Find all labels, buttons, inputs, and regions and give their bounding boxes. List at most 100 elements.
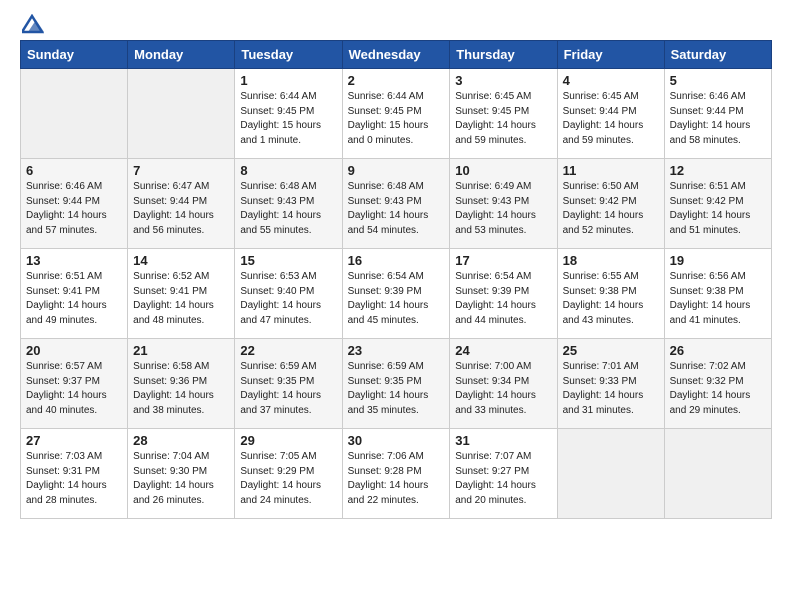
calendar-cell: 9 Sunrise: 6:48 AM Sunset: 9:43 PM Daylig… [342, 159, 450, 249]
calendar-cell: 13 Sunrise: 6:51 AM Sunset: 9:41 PM Dayli… [21, 249, 128, 339]
day-info: Sunrise: 6:44 AM Sunset: 9:45 PM Dayligh… [348, 90, 445, 148]
day-number: 13 [26, 253, 122, 268]
day-info: Sunrise: 6:55 AM Sunset: 9:38 PM Dayligh… [563, 270, 659, 328]
day-info: Sunrise: 6:54 AM Sunset: 9:39 PM Dayligh… [455, 270, 551, 328]
calendar-cell: 3 Sunrise: 6:45 AM Sunset: 9:45 PM Daylig… [450, 69, 557, 159]
day-number: 23 [348, 343, 445, 358]
calendar-cell: 27 Sunrise: 7:03 AM Sunset: 9:31 PM Dayli… [21, 429, 128, 519]
calendar-cell: 12 Sunrise: 6:51 AM Sunset: 9:42 PM Dayli… [664, 159, 771, 249]
day-number: 7 [133, 163, 229, 178]
day-number: 8 [240, 163, 336, 178]
col-header-sunday: Sunday [21, 41, 128, 69]
calendar-cell: 30 Sunrise: 7:06 AM Sunset: 9:28 PM Dayli… [342, 429, 450, 519]
col-header-tuesday: Tuesday [235, 41, 342, 69]
calendar-table: SundayMondayTuesdayWednesdayThursdayFrid… [20, 40, 772, 519]
calendar-cell: 24 Sunrise: 7:00 AM Sunset: 9:34 PM Dayli… [450, 339, 557, 429]
calendar-cell: 22Sunrise: 6:59 AM Sunset: 9:35 PM Dayli… [235, 339, 342, 429]
calendar-week-3: 13 Sunrise: 6:51 AM Sunset: 9:41 PM Dayli… [21, 249, 772, 339]
calendar-cell: 21 Sunrise: 6:58 AM Sunset: 9:36 PM Dayli… [128, 339, 235, 429]
day-info: Sunrise: 7:01 AM Sunset: 9:33 PM Dayligh… [563, 360, 659, 418]
calendar-cell [128, 69, 235, 159]
day-number: 15 [240, 253, 336, 268]
day-info: Sunrise: 6:57 AM Sunset: 9:37 PM Dayligh… [26, 360, 122, 418]
calendar-cell: 8 Sunrise: 6:48 AM Sunset: 9:43 PM Daylig… [235, 159, 342, 249]
day-info: Sunrise: 6:46 AM Sunset: 9:44 PM Dayligh… [26, 180, 122, 238]
calendar-cell: 28 Sunrise: 7:04 AM Sunset: 9:30 PM Dayli… [128, 429, 235, 519]
day-info: Sunrise: 6:49 AM Sunset: 9:43 PM Dayligh… [455, 180, 551, 238]
day-info: Sunrise: 6:47 AM Sunset: 9:44 PM Dayligh… [133, 180, 229, 238]
day-info: Sunrise: 6:53 AM Sunset: 9:40 PM Dayligh… [240, 270, 336, 328]
col-header-monday: Monday [128, 41, 235, 69]
calendar-cell: 14 Sunrise: 6:52 AM Sunset: 9:41 PM Dayli… [128, 249, 235, 339]
day-number: 17 [455, 253, 551, 268]
day-info: Sunrise: 6:44 AM Sunset: 9:45 PM Dayligh… [240, 90, 336, 148]
day-number: 12 [670, 163, 766, 178]
day-info: Sunrise: 6:45 AM Sunset: 9:45 PM Dayligh… [455, 90, 551, 148]
calendar-cell: 16Sunrise: 6:54 AM Sunset: 9:39 PM Dayli… [342, 249, 450, 339]
day-info: Sunrise: 7:03 AM Sunset: 9:31 PM Dayligh… [26, 450, 122, 508]
day-number: 4 [563, 73, 659, 88]
calendar-cell [21, 69, 128, 159]
day-info: Sunrise: 6:46 AM Sunset: 9:44 PM Dayligh… [670, 90, 766, 148]
day-info: Sunrise: 6:56 AM Sunset: 9:38 PM Dayligh… [670, 270, 766, 328]
calendar-cell: 17 Sunrise: 6:54 AM Sunset: 9:39 PM Dayli… [450, 249, 557, 339]
day-number: 3 [455, 73, 551, 88]
calendar-cell: 6 Sunrise: 6:46 AM Sunset: 9:44 PM Daylig… [21, 159, 128, 249]
day-info: Sunrise: 7:04 AM Sunset: 9:30 PM Dayligh… [133, 450, 229, 508]
day-number: 31 [455, 433, 551, 448]
logo [20, 16, 44, 30]
day-info: Sunrise: 6:58 AM Sunset: 9:36 PM Dayligh… [133, 360, 229, 418]
calendar-cell: 19 Sunrise: 6:56 AM Sunset: 9:38 PM Dayli… [664, 249, 771, 339]
day-number: 25 [563, 343, 659, 358]
day-number: 27 [26, 433, 122, 448]
col-header-friday: Friday [557, 41, 664, 69]
day-info: Sunrise: 6:59 AM Sunset: 9:35 PM Dayligh… [348, 360, 445, 418]
day-info: Sunrise: 7:07 AM Sunset: 9:27 PM Dayligh… [455, 450, 551, 508]
day-info: Sunrise: 6:51 AM Sunset: 9:41 PM Dayligh… [26, 270, 122, 328]
day-number: 21 [133, 343, 229, 358]
day-number: 30 [348, 433, 445, 448]
calendar-cell [664, 429, 771, 519]
calendar-cell: 11 Sunrise: 6:50 AM Sunset: 9:42 PM Dayli… [557, 159, 664, 249]
calendar-cell: 20 Sunrise: 6:57 AM Sunset: 9:37 PM Dayli… [21, 339, 128, 429]
day-number: 20 [26, 343, 122, 358]
day-info: Sunrise: 6:45 AM Sunset: 9:44 PM Dayligh… [563, 90, 659, 148]
calendar-cell: 4 Sunrise: 6:45 AM Sunset: 9:44 PM Daylig… [557, 69, 664, 159]
calendar-cell: 15 Sunrise: 6:53 AM Sunset: 9:40 PM Dayli… [235, 249, 342, 339]
calendar-cell: 29 Sunrise: 7:05 AM Sunset: 9:29 PM Dayli… [235, 429, 342, 519]
day-number: 22 [240, 343, 336, 358]
calendar-cell: 1 Sunrise: 6:44 AM Sunset: 9:45 PM Daylig… [235, 69, 342, 159]
day-info: Sunrise: 7:00 AM Sunset: 9:34 PM Dayligh… [455, 360, 551, 418]
calendar-cell: 18Sunrise: 6:55 AM Sunset: 9:38 PM Dayli… [557, 249, 664, 339]
calendar-cell: 7 Sunrise: 6:47 AM Sunset: 9:44 PM Daylig… [128, 159, 235, 249]
calendar-cell: 10Sunrise: 6:49 AM Sunset: 9:43 PM Dayli… [450, 159, 557, 249]
day-info: Sunrise: 6:51 AM Sunset: 9:42 PM Dayligh… [670, 180, 766, 238]
day-number: 19 [670, 253, 766, 268]
day-number: 6 [26, 163, 122, 178]
day-info: Sunrise: 7:05 AM Sunset: 9:29 PM Dayligh… [240, 450, 336, 508]
day-info: Sunrise: 6:48 AM Sunset: 9:43 PM Dayligh… [240, 180, 336, 238]
day-number: 24 [455, 343, 551, 358]
day-info: Sunrise: 6:50 AM Sunset: 9:42 PM Dayligh… [563, 180, 659, 238]
day-info: Sunrise: 6:48 AM Sunset: 9:43 PM Dayligh… [348, 180, 445, 238]
day-number: 9 [348, 163, 445, 178]
calendar-cell: 2 Sunrise: 6:44 AM Sunset: 9:45 PM Daylig… [342, 69, 450, 159]
day-number: 2 [348, 73, 445, 88]
day-info: Sunrise: 7:02 AM Sunset: 9:32 PM Dayligh… [670, 360, 766, 418]
calendar-cell: 31 Sunrise: 7:07 AM Sunset: 9:27 PM Dayli… [450, 429, 557, 519]
col-header-saturday: Saturday [664, 41, 771, 69]
calendar-cell [557, 429, 664, 519]
day-number: 1 [240, 73, 336, 88]
day-info: Sunrise: 7:06 AM Sunset: 9:28 PM Dayligh… [348, 450, 445, 508]
day-number: 29 [240, 433, 336, 448]
day-number: 14 [133, 253, 229, 268]
calendar-week-2: 6 Sunrise: 6:46 AM Sunset: 9:44 PM Daylig… [21, 159, 772, 249]
day-number: 26 [670, 343, 766, 358]
day-info: Sunrise: 6:54 AM Sunset: 9:39 PM Dayligh… [348, 270, 445, 328]
col-header-wednesday: Wednesday [342, 41, 450, 69]
day-info: Sunrise: 6:52 AM Sunset: 9:41 PM Dayligh… [133, 270, 229, 328]
day-number: 28 [133, 433, 229, 448]
logo-icon [22, 14, 44, 34]
day-number: 11 [563, 163, 659, 178]
page-header [20, 16, 772, 30]
